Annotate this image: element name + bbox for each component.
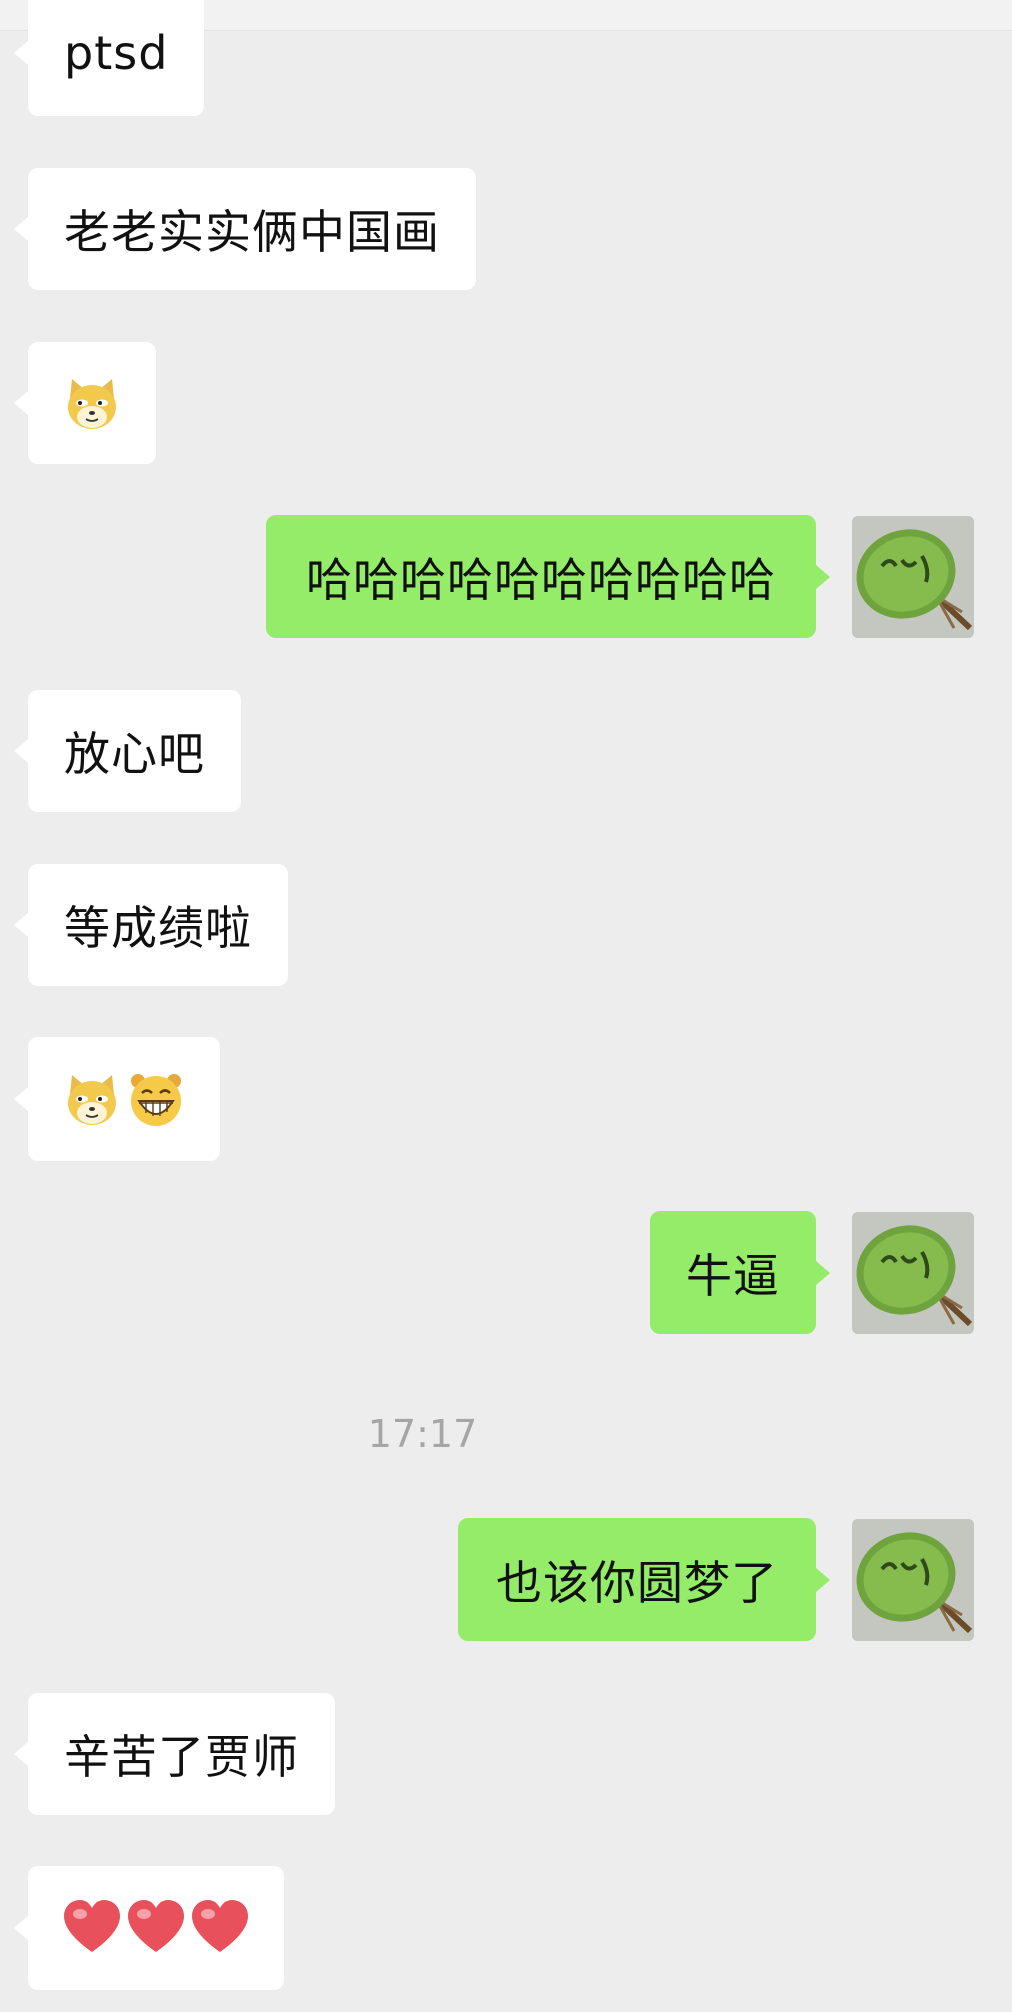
grin-emoji-icon <box>131 1074 181 1126</box>
message-text: 放心吧 <box>64 727 205 781</box>
message-bubble-received[interactable] <box>14 342 156 464</box>
message-text: 等成绩啦 <box>64 901 252 955</box>
message-bubble-received[interactable] <box>14 1866 284 1990</box>
fan-avatar-image <box>852 1212 974 1334</box>
message-bubble-received[interactable]: ptsd <box>13 0 205 116</box>
message-bubble-received[interactable]: 等成绩啦 <box>14 864 288 986</box>
doge-emoji-icon <box>68 379 116 429</box>
emoji-group <box>62 1069 186 1129</box>
message-text: 辛苦了贾师 <box>64 1730 299 1784</box>
heart-emoji-icon <box>128 1900 184 1952</box>
emoji-group <box>62 373 122 433</box>
message-text: 牛逼 <box>686 1248 780 1303</box>
avatar[interactable] <box>852 1519 974 1641</box>
timestamp: 17:17 <box>367 1412 478 1456</box>
heart-emoji-icon <box>192 1900 248 1952</box>
heart-emoji-icon <box>64 1900 120 1952</box>
message-text: 哈哈哈哈哈哈哈哈哈哈 <box>306 552 776 607</box>
avatar[interactable] <box>852 1212 974 1334</box>
message-text: ptsd <box>64 26 169 80</box>
message-text: 也该你圆梦了 <box>496 1555 778 1610</box>
fan-avatar-image <box>852 516 974 638</box>
message-bubble-received[interactable]: 辛苦了贾师 <box>14 1693 335 1815</box>
emoji-group <box>62 1898 250 1958</box>
message-bubble-sent[interactable]: 也该你圆梦了 <box>458 1518 830 1641</box>
message-bubble-sent[interactable]: 牛逼 <box>650 1211 830 1334</box>
avatar[interactable] <box>852 516 974 638</box>
message-bubble-sent[interactable]: 哈哈哈哈哈哈哈哈哈哈 <box>266 515 830 638</box>
message-bubble-received[interactable]: 老老实实俩中国画 <box>14 168 476 290</box>
fan-avatar-image <box>852 1519 974 1641</box>
message-bubble-received[interactable]: 放心吧 <box>14 690 241 812</box>
message-bubble-received[interactable] <box>14 1037 220 1161</box>
doge-emoji-icon <box>68 1075 116 1125</box>
message-text: 老老实实俩中国画 <box>64 205 440 259</box>
